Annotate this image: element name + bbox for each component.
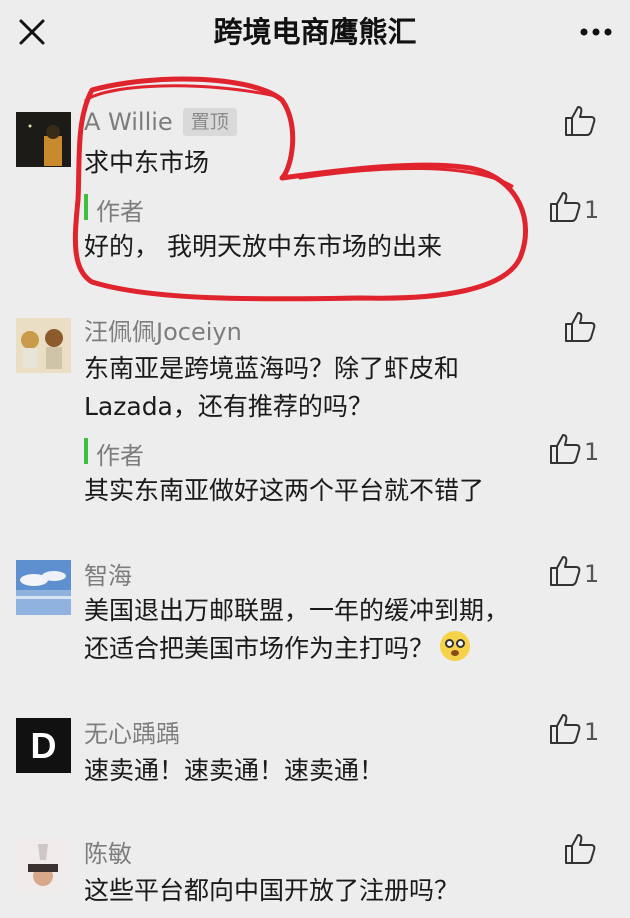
like-icon[interactable] (563, 104, 597, 138)
comment-text-line: Lazada，还有推荐的吗？ (84, 392, 373, 421)
comment-item: 陈敏 这些平台都向中国开放了注册吗？ (0, 832, 630, 918)
avatar[interactable] (16, 560, 71, 615)
reply-like-icon[interactable] (548, 190, 582, 224)
like-count: 1 (584, 560, 600, 588)
comment-text: 这些平台都向中国开放了注册吗？ (84, 876, 460, 905)
reply-like-count: 1 (584, 196, 600, 224)
like-icon[interactable] (563, 310, 597, 344)
reply-author-label: 作者 (96, 442, 144, 470)
reply-text: 好的， 我明天放中东市场的出来 (84, 232, 442, 261)
comment-item: 汪佩佩Joceiyn 东南亚是跨境蓝海吗？除了虾皮和 Lazada，还有推荐的吗… (0, 310, 630, 520)
comment-text-line: 美国退出万邮联盟，一年的缓冲到期， (84, 596, 510, 625)
avatar[interactable]: D (16, 718, 71, 773)
comment-text-line: 还适合把美国市场作为主打吗？ (84, 630, 554, 668)
author-name[interactable]: A Willie (84, 108, 173, 136)
reply-author-label: 作者 (96, 198, 144, 226)
nav-bar: 跨境电商鹰熊汇 (0, 0, 630, 64)
comment-item: A Willie 置顶 求中东市场 作者 1 好的， 我明天放中东市场的出来 (0, 100, 630, 300)
reply-like-count: 1 (584, 438, 600, 466)
author-name[interactable]: 陈敏 (84, 834, 132, 869)
avatar[interactable] (16, 838, 71, 893)
avatar-letter: D (30, 725, 57, 766)
comment-text: 速卖通！速卖通！速卖通！ (84, 756, 385, 785)
avatar[interactable] (16, 318, 71, 373)
like-icon[interactable] (548, 712, 582, 746)
comment-item: D 无心踽踽 1 速卖通！速卖通！速卖通！ (0, 712, 630, 812)
author-name[interactable]: 汪佩佩Joceiyn (84, 312, 242, 347)
reply-text: 其实东南亚做好这两个平台就不错了 (84, 476, 485, 505)
pinned-badge: 置顶 (182, 108, 237, 136)
avatar[interactable] (16, 112, 71, 167)
page-title: 跨境电商鹰熊汇 (213, 15, 417, 49)
like-icon[interactable] (563, 832, 597, 866)
shocked-emoji-icon (440, 631, 471, 661)
like-icon[interactable] (548, 554, 582, 588)
reply-like-icon[interactable] (548, 432, 582, 466)
reply-accent (84, 194, 88, 220)
comment-author[interactable]: A Willie 置顶 (84, 108, 237, 136)
more-icon[interactable] (576, 16, 616, 48)
author-name[interactable]: 智海 (84, 556, 132, 591)
comment-text-line: 东南亚是跨境蓝海吗？除了虾皮和 (84, 354, 460, 383)
like-count: 1 (584, 718, 600, 746)
comment-text-fragment: 还适合把美国市场作为主打吗？ (84, 634, 435, 663)
reply-accent (84, 438, 88, 464)
comment-item: 智海 1 美国退出万邮联盟，一年的缓冲到期， 还适合把美国市场作为主打吗？ (0, 554, 630, 694)
author-name[interactable]: 无心踽踽 (84, 714, 180, 749)
comment-text: 求中东市场 (84, 148, 210, 177)
